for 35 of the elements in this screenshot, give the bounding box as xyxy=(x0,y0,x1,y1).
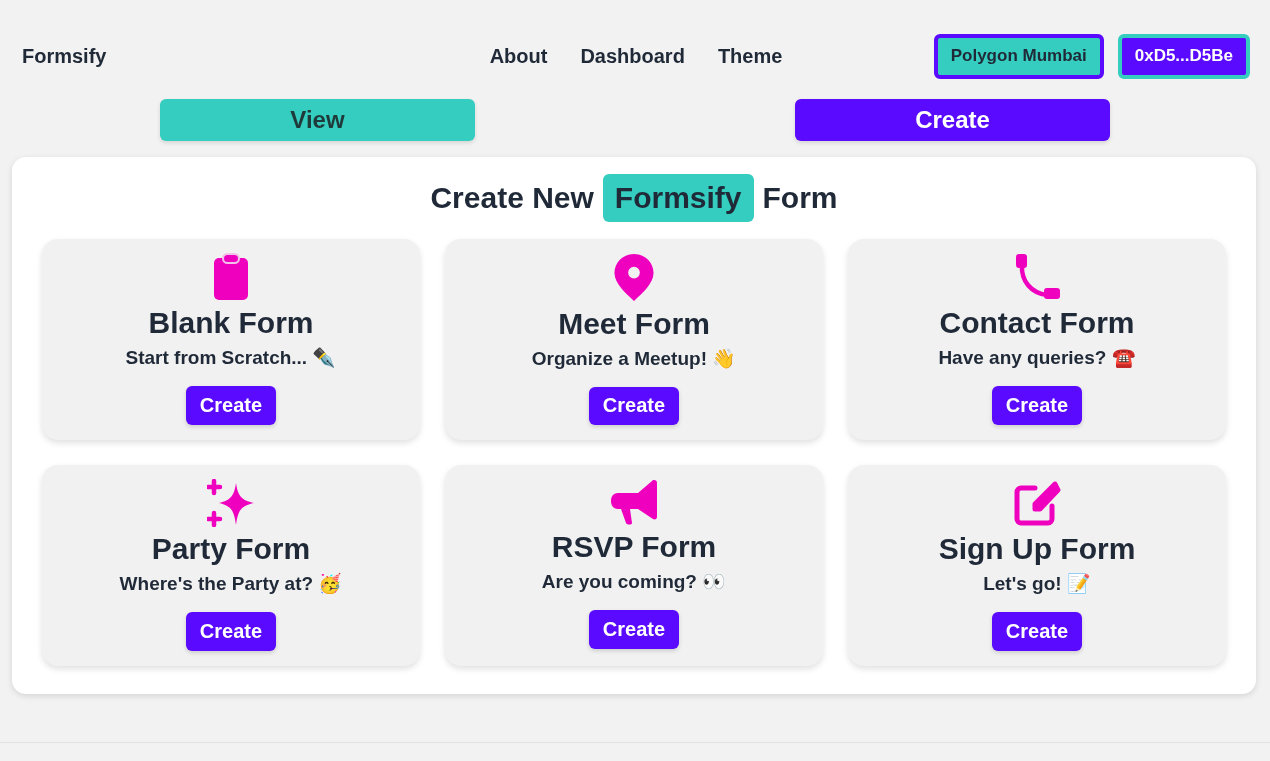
sparkles-icon xyxy=(207,479,255,527)
template-title: Blank Form xyxy=(148,305,314,341)
wallet-button[interactable]: 0xD5...D5Be xyxy=(1117,33,1250,79)
map-pin-icon xyxy=(613,253,655,302)
nav-link[interactable]: Dashboard xyxy=(580,44,685,68)
template-title: Party Form xyxy=(151,531,311,567)
template-description: Organize a Meetup! 👋 xyxy=(531,346,737,371)
nav-link[interactable]: Theme xyxy=(717,44,783,68)
template-description: Have any queries? ☎ xyxy=(938,346,1136,370)
create-button[interactable]: Create xyxy=(588,610,680,649)
clipboard-icon xyxy=(213,253,249,301)
template-description: Where's the Party at? 🥳 xyxy=(119,572,343,596)
phone-icon xyxy=(1013,253,1061,301)
template-title: Sign Up Form xyxy=(938,531,1136,567)
create-button[interactable]: Create xyxy=(588,386,680,425)
brand-highlight: Formsify xyxy=(602,174,754,222)
template-title: Contact Form xyxy=(939,305,1135,341)
logo-text[interactable]: Formsify xyxy=(22,44,107,67)
megaphone-icon xyxy=(610,479,658,525)
panel-title: Create New xyxy=(430,181,594,215)
template-description: Let's go! 📝 xyxy=(983,572,1091,596)
network-button[interactable]: Polygon Mumbai xyxy=(933,33,1104,79)
template-title: RSVP Form xyxy=(551,529,717,565)
nav-link[interactable]: About xyxy=(489,44,548,68)
mode-tab[interactable]: View xyxy=(160,99,475,141)
create-button[interactable]: Create xyxy=(991,612,1083,651)
create-button[interactable]: Create xyxy=(991,386,1083,425)
create-button[interactable]: Create xyxy=(185,386,277,425)
pencil-square-icon xyxy=(1013,479,1061,527)
template-title: Meet Form xyxy=(558,305,710,342)
template-description: Start from Scratch... ✒ xyxy=(125,346,337,370)
panel-title: Form xyxy=(762,181,838,215)
mode-tab[interactable]: Create xyxy=(795,99,1110,141)
template-description: Are you coming? 👀 xyxy=(541,570,727,594)
create-button[interactable]: Create xyxy=(185,612,277,651)
